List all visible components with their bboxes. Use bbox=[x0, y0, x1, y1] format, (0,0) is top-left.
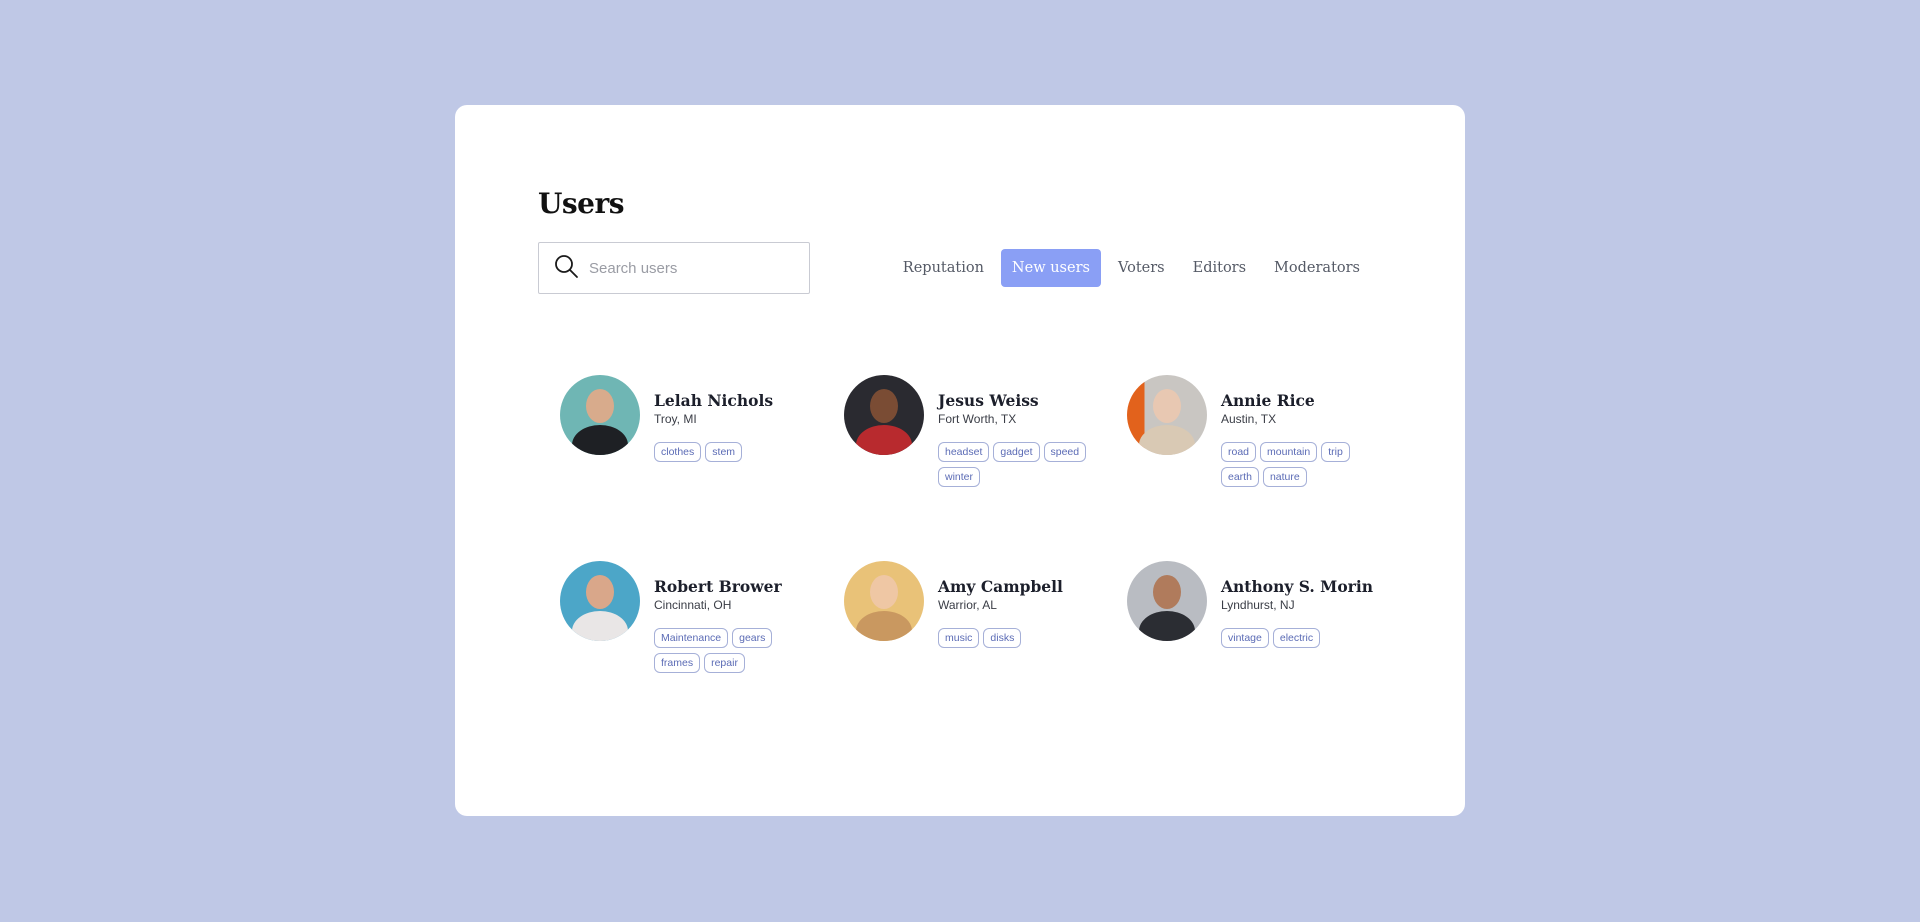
tag-list: Maintenance gears frames repair bbox=[654, 628, 814, 673]
user-name[interactable]: Annie Rice bbox=[1221, 391, 1381, 410]
users-card: Users Reputation New users Voters Editor… bbox=[455, 105, 1465, 816]
user-location: Lyndhurst, NJ bbox=[1221, 598, 1295, 612]
tag-list: vintage electric bbox=[1221, 628, 1381, 648]
avatar[interactable] bbox=[560, 375, 640, 455]
user-location: Fort Worth, TX bbox=[938, 412, 1017, 426]
avatar[interactable] bbox=[1127, 375, 1207, 455]
user-name[interactable]: Jesus Weiss bbox=[938, 391, 1098, 410]
tag[interactable]: winter bbox=[938, 467, 981, 487]
user-card[interactable]: Amy Campbell Warrior, AL music disks bbox=[844, 561, 1098, 648]
tab-voters[interactable]: Voters bbox=[1107, 249, 1176, 287]
tag-list: road mountain trip earth nature bbox=[1221, 442, 1381, 487]
avatar[interactable] bbox=[844, 375, 924, 455]
tab-reputation[interactable]: Reputation bbox=[892, 249, 995, 287]
user-name[interactable]: Lelah Nichols bbox=[654, 391, 814, 410]
tag[interactable]: gadget bbox=[993, 442, 1040, 462]
tag[interactable]: stem bbox=[705, 442, 743, 462]
tab-new-users[interactable]: New users bbox=[1000, 249, 1101, 287]
search-box[interactable] bbox=[538, 242, 810, 294]
avatar[interactable] bbox=[560, 561, 640, 641]
user-card[interactable]: Annie Rice Austin, TX road mountain trip… bbox=[1127, 375, 1381, 487]
tag[interactable]: vintage bbox=[1221, 628, 1269, 648]
tag[interactable]: road bbox=[1221, 442, 1257, 462]
avatar[interactable] bbox=[1127, 561, 1207, 641]
tab-editors[interactable]: Editors bbox=[1182, 249, 1257, 287]
user-name[interactable]: Amy Campbell bbox=[938, 577, 1098, 596]
tag-list: music disks bbox=[938, 628, 1098, 648]
user-card[interactable]: Jesus Weiss Fort Worth, TX headset gadge… bbox=[844, 375, 1098, 487]
user-card[interactable]: Robert Brower Cincinnati, OH Maintenance… bbox=[560, 561, 814, 673]
tag[interactable]: speed bbox=[1043, 442, 1087, 462]
tag-list: clothes stem bbox=[654, 442, 814, 462]
avatar[interactable] bbox=[844, 561, 924, 641]
user-card[interactable]: Anthony S. Morin Lyndhurst, NJ vintage e… bbox=[1127, 561, 1381, 648]
user-name[interactable]: Robert Brower bbox=[654, 577, 814, 596]
tag[interactable]: frames bbox=[654, 653, 701, 673]
tag[interactable]: nature bbox=[1262, 467, 1307, 487]
user-location: Troy, MI bbox=[654, 412, 697, 426]
user-location: Austin, TX bbox=[1221, 412, 1277, 426]
tag[interactable]: trip bbox=[1321, 442, 1350, 462]
tag[interactable]: disks bbox=[983, 628, 1022, 648]
tag[interactable]: headset bbox=[938, 442, 990, 462]
user-location: Cincinnati, OH bbox=[654, 598, 732, 612]
tag-list: headset gadget speed winter bbox=[938, 442, 1098, 487]
search-icon bbox=[553, 253, 579, 284]
tag[interactable]: gears bbox=[732, 628, 773, 648]
tag[interactable]: earth bbox=[1221, 467, 1259, 487]
user-card[interactable]: Lelah Nichols Troy, MI clothes stem bbox=[560, 375, 814, 462]
tag[interactable]: electric bbox=[1272, 628, 1321, 648]
search-input[interactable] bbox=[589, 259, 789, 277]
tag[interactable]: Maintenance bbox=[654, 628, 729, 648]
user-filter-tabs: Reputation New users Voters Editors Mode… bbox=[892, 249, 1371, 287]
tag[interactable]: mountain bbox=[1260, 442, 1318, 462]
tag[interactable]: repair bbox=[704, 653, 745, 673]
user-location: Warrior, AL bbox=[938, 598, 997, 612]
tab-moderators[interactable]: Moderators bbox=[1263, 249, 1371, 287]
user-name[interactable]: Anthony S. Morin bbox=[1221, 577, 1381, 596]
tag[interactable]: music bbox=[938, 628, 980, 648]
page-title: Users bbox=[538, 187, 625, 220]
tag[interactable]: clothes bbox=[654, 442, 702, 462]
